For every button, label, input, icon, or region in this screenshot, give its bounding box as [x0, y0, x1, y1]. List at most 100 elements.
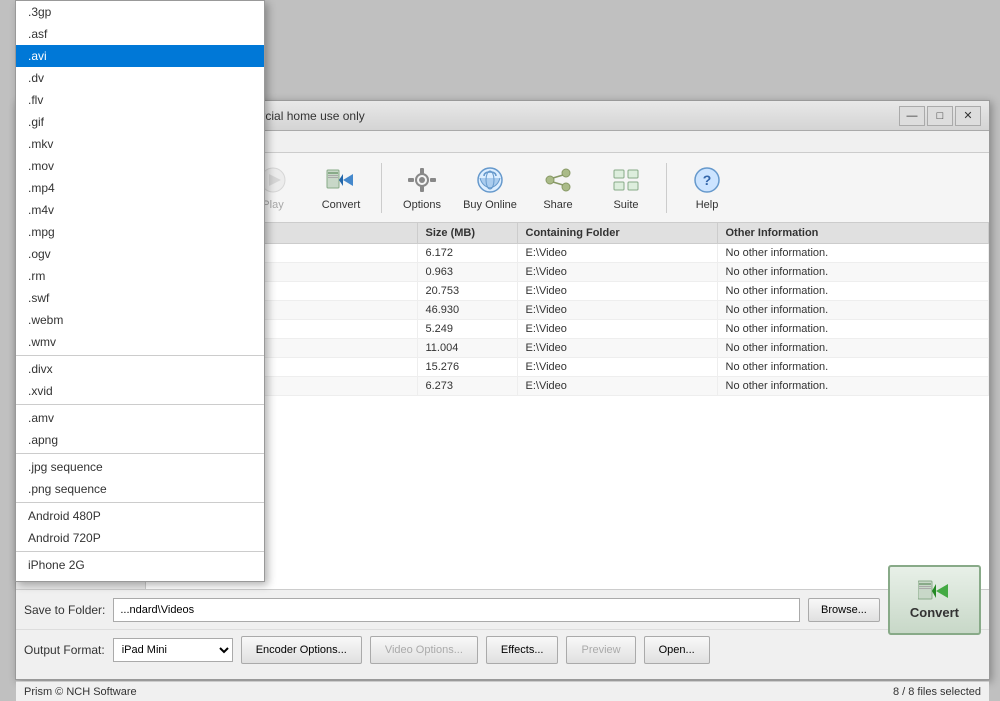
table-row[interactable]: how-to-make-log 11.004 E:\Video No other…: [146, 339, 989, 358]
dropdown-separator: [16, 355, 264, 356]
open-button[interactable]: Open...: [644, 636, 710, 664]
toolbar-separator-2: [381, 163, 382, 213]
dropdown-item[interactable]: .mkv: [16, 133, 264, 155]
col-info: Other Information: [718, 223, 990, 243]
table-header: Size (MB) Containing Folder Other Inform…: [146, 223, 989, 244]
close-button[interactable]: ✕: [955, 106, 981, 126]
table-row[interactable]: Brisk_Intro 6.172 E:\Video No other info…: [146, 244, 989, 263]
table-row[interactable]: Getting Started 5.249 E:\Video No other …: [146, 320, 989, 339]
cell-folder: E:\Video: [518, 320, 718, 338]
video-options-button[interactable]: Video Options...: [370, 636, 478, 664]
dropdown-item[interactable]: .flv: [16, 89, 264, 111]
dropdown-item[interactable]: .mov: [16, 155, 264, 177]
cell-size: 5.249: [418, 320, 518, 338]
dropdown-item[interactable]: Android 480P: [16, 505, 264, 527]
options-icon: [406, 164, 438, 196]
cell-size: 0.963: [418, 263, 518, 281]
dropdown-item[interactable]: iPhone 3G: [16, 576, 264, 581]
table-row[interactable]: dreamplan_steam 20.753 E:\Video No other…: [146, 282, 989, 301]
dropdown-item[interactable]: .xvid: [16, 380, 264, 402]
output-format-label: Output Format:: [24, 643, 105, 657]
col-folder: Containing Folder: [518, 223, 718, 243]
dropdown-item[interactable]: .png sequence: [16, 478, 264, 500]
dropdown-item[interactable]: .apng: [16, 429, 264, 451]
help-icon: ?: [691, 164, 723, 196]
bottom-bar: Save to Folder: Browse... Convert Output…: [16, 589, 989, 679]
col-size: Size (MB): [418, 223, 518, 243]
folder-path-input[interactable]: [113, 598, 800, 622]
effects-button[interactable]: Effects...: [486, 636, 559, 664]
dropdown-item[interactable]: .rm: [16, 265, 264, 287]
help-button[interactable]: ? Help: [675, 159, 739, 217]
cell-folder: E:\Video: [518, 263, 718, 281]
cell-folder: E:\Video: [518, 339, 718, 357]
convert-main-label: Convert: [910, 605, 959, 620]
dropdown-separator: [16, 404, 264, 405]
table-row[interactable]: draganddrop 0.963 E:\Video No other info…: [146, 263, 989, 282]
cell-size: 6.273: [418, 377, 518, 395]
cell-size: 11.004: [418, 339, 518, 357]
dropdown-list[interactable]: .3gp.asf.avi.dv.flv.gif.mkv.mov.mp4.m4v.…: [16, 1, 264, 581]
svg-text:?: ?: [703, 172, 712, 188]
dropdown-item[interactable]: .mpg: [16, 221, 264, 243]
file-table[interactable]: Size (MB) Containing Folder Other Inform…: [146, 223, 989, 606]
dropdown-item[interactable]: .m4v: [16, 199, 264, 221]
title-controls: — □ ✕: [899, 106, 981, 126]
output-format-select[interactable]: .avi.mp4.mkv.mov.wmviPad MiniiPhone 4SAn…: [113, 638, 233, 662]
table-row[interactable]: Transactions 6.273 E:\Video No other inf…: [146, 377, 989, 396]
convert-toolbar-label: Convert: [322, 199, 361, 211]
dropdown-item[interactable]: .dv: [16, 67, 264, 89]
dropdown-item[interactable]: .gif: [16, 111, 264, 133]
table-row[interactable]: Prism_greenlight 15.276 E:\Video No othe…: [146, 358, 989, 377]
convert-toolbar-button[interactable]: Convert: [309, 159, 373, 217]
cell-info: No other information.: [718, 320, 990, 338]
format-dropdown: .3gp.asf.avi.dv.flv.gif.mkv.mov.mp4.m4v.…: [15, 0, 265, 582]
dropdown-item[interactable]: .jpg sequence: [16, 456, 264, 478]
dropdown-item[interactable]: .amv: [16, 407, 264, 429]
dropdown-item[interactable]: .3gp: [16, 1, 264, 23]
status-right: 8 / 8 files selected: [893, 686, 981, 698]
dropdown-item[interactable]: .ogv: [16, 243, 264, 265]
cell-info: No other information.: [718, 339, 990, 357]
browse-button[interactable]: Browse...: [808, 598, 880, 622]
cell-size: 6.172: [418, 244, 518, 262]
save-folder-row: Save to Folder: Browse... Convert: [16, 590, 989, 630]
dropdown-item[interactable]: .webm: [16, 309, 264, 331]
cell-info: No other information.: [718, 244, 990, 262]
share-icon: [542, 164, 574, 196]
cell-info: No other information.: [718, 358, 990, 376]
minimize-button[interactable]: —: [899, 106, 925, 126]
suite-button[interactable]: Suite: [594, 159, 658, 217]
dropdown-separator: [16, 502, 264, 503]
dropdown-item[interactable]: .asf: [16, 23, 264, 45]
buy-online-button[interactable]: Buy Online: [458, 159, 522, 217]
dropdown-item[interactable]: .avi: [16, 45, 264, 67]
encoder-options-button[interactable]: Encoder Options...: [241, 636, 362, 664]
buy-online-label: Buy Online: [463, 199, 517, 211]
maximize-button[interactable]: □: [927, 106, 953, 126]
preview-button[interactable]: Preview: [566, 636, 635, 664]
dropdown-item[interactable]: .divx: [16, 358, 264, 380]
dropdown-item[interactable]: iPhone 2G: [16, 554, 264, 576]
cell-folder: E:\Video: [518, 301, 718, 319]
options-label: Options: [403, 199, 441, 211]
suite-icon: [610, 164, 642, 196]
dropdown-item[interactable]: .wmv: [16, 331, 264, 353]
share-button[interactable]: Share: [526, 159, 590, 217]
buy-online-icon: [474, 164, 506, 196]
table-row[interactable]: Get_Started_Dr 46.930 E:\Video No other …: [146, 301, 989, 320]
dropdown-separator: [16, 453, 264, 454]
dropdown-item[interactable]: Android 720P: [16, 527, 264, 549]
convert-main-button[interactable]: Convert: [888, 565, 981, 635]
help-label: Help: [696, 199, 719, 211]
dropdown-item[interactable]: .mp4: [16, 177, 264, 199]
save-to-folder-label: Save to Folder:: [24, 603, 105, 617]
dropdown-item[interactable]: .swf: [16, 287, 264, 309]
dropdown-separator: [16, 551, 264, 552]
output-format-row: Output Format: .avi.mp4.mkv.mov.wmviPad …: [16, 630, 989, 670]
cell-info: No other information.: [718, 263, 990, 281]
cell-info: No other information.: [718, 301, 990, 319]
options-button[interactable]: Options: [390, 159, 454, 217]
cell-size: 20.753: [418, 282, 518, 300]
cell-info: No other information.: [718, 282, 990, 300]
